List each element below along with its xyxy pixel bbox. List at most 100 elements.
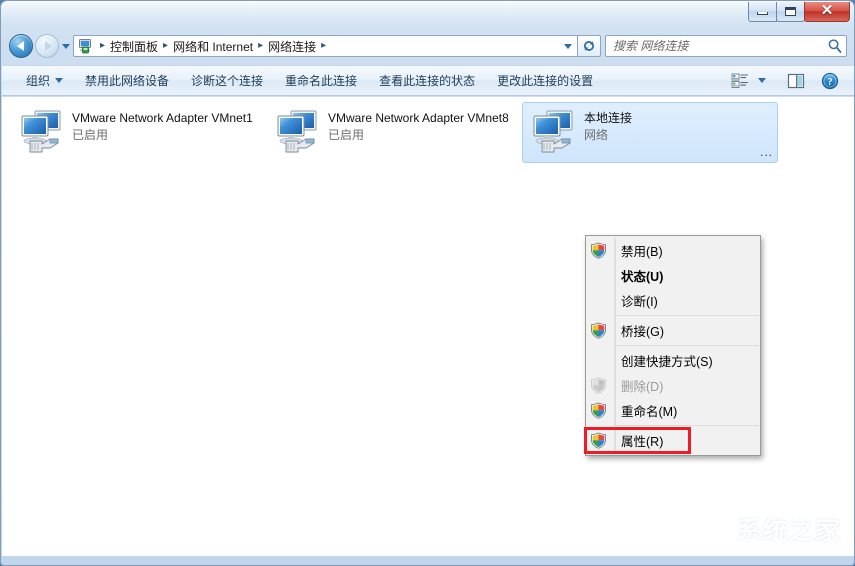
watermark-subtext: SYSTEMZJIA xyxy=(755,541,825,550)
view-options-button[interactable] xyxy=(727,69,753,93)
watermark-text: 系统之家 xyxy=(736,517,841,545)
context-menu-label-delete: 删除(D) xyxy=(621,380,664,394)
context-menu-label-diagnose: 诊断(I) xyxy=(621,295,658,309)
search-icon[interactable] xyxy=(824,38,846,54)
refresh-icon xyxy=(581,38,597,54)
back-button[interactable] xyxy=(9,34,33,58)
toolbar-label-organize: 组织 xyxy=(26,74,51,88)
toolbar-label-disable-device: 禁用此网络设备 xyxy=(85,74,170,88)
address-dropdown-button[interactable] xyxy=(558,36,577,56)
toolbar-button-change-settings[interactable]: 更改此连接的设置 xyxy=(487,67,603,94)
toolbar-button-disable-device[interactable]: 禁用此网络设备 xyxy=(75,67,179,94)
list-item-text: 本地连接 网络 xyxy=(578,108,632,162)
chevron-down-icon xyxy=(758,78,766,83)
toolbar-label-view-status: 查看此连接的状态 xyxy=(379,74,476,88)
connections-list-pane[interactable]: VMware Network Adapter VMnet1 已启用 VMware… xyxy=(2,97,854,556)
network-adapter-icon xyxy=(529,108,578,156)
list-item-text: VMware Network Adapter VMnet1 已启用 xyxy=(66,108,253,162)
arrow-right-icon xyxy=(44,41,52,51)
maximize-button[interactable] xyxy=(776,2,805,22)
connection-status: 网络 xyxy=(584,128,609,142)
connection-name: VMware Network Adapter VMnet1 xyxy=(72,111,253,125)
close-button[interactable]: ✕ xyxy=(804,2,850,22)
connection-name: 本地连接 xyxy=(584,111,633,125)
minimize-button[interactable] xyxy=(748,2,777,22)
preview-pane-button[interactable] xyxy=(783,69,809,93)
help-button[interactable] xyxy=(817,69,843,93)
toolbar-label-rename: 重命名此连接 xyxy=(285,74,358,88)
overflow-ellipsis: ... xyxy=(759,145,773,159)
breadcrumb-separator-0[interactable]: ▸ xyxy=(100,41,105,51)
toolbar-button-diagnose[interactable]: 诊断这个连接 xyxy=(181,67,273,94)
network-adapter-icon xyxy=(17,108,66,156)
explorer-window: ✕ ▸ 控制面板 ▸ 网络和 Internet ▸ 网络连接 ▸ 搜索 网络连接… xyxy=(0,0,855,566)
context-menu-label-disable: 禁用(B) xyxy=(621,245,663,259)
context-menu-item-delete: 删除(D) xyxy=(586,373,760,398)
address-bar: ▸ 控制面板 ▸ 网络和 Internet ▸ 网络连接 ▸ xyxy=(1,31,854,61)
connection-status: 已启用 xyxy=(328,128,365,142)
history-dropdown-button[interactable] xyxy=(59,34,72,58)
refresh-button[interactable] xyxy=(578,35,601,57)
chevron-down-icon xyxy=(61,43,70,49)
context-menu-separator xyxy=(616,345,759,346)
arrow-left-icon xyxy=(16,41,24,51)
view-options-icon xyxy=(731,73,749,89)
forward-button[interactable] xyxy=(35,34,59,58)
breadcrumb: ▸ 控制面板 ▸ 网络和 Internet ▸ 网络连接 ▸ xyxy=(74,38,558,55)
connections-list: VMware Network Adapter VMnet1 已启用 VMware… xyxy=(2,97,778,163)
shield-icon xyxy=(590,377,607,394)
list-item-text: VMware Network Adapter VMnet8 已启用 xyxy=(322,108,509,162)
context-menu-label-properties: 属性(R) xyxy=(621,435,664,449)
context-menu-item-status[interactable]: 状态(U) xyxy=(586,263,760,288)
context-menu-item-create-shortcut[interactable]: 创建快捷方式(S) xyxy=(586,348,760,373)
list-item[interactable]: VMware Network Adapter VMnet1 已启用 xyxy=(10,102,266,163)
list-item[interactable]: 本地连接 网络 ... xyxy=(522,102,778,163)
toolbar-label-diagnose: 诊断这个连接 xyxy=(191,74,264,88)
search-box[interactable] xyxy=(605,35,847,57)
breadcrumb-separator-2[interactable]: ▸ xyxy=(258,41,263,51)
breadcrumb-item-1[interactable]: 网络和 Internet xyxy=(173,38,253,55)
title-bar: ✕ xyxy=(1,1,854,28)
view-options-dropdown[interactable] xyxy=(753,69,771,93)
context-menu-separator xyxy=(616,315,759,316)
context-menu: 禁用(B) 状态(U) 诊断(I) 桥接(G) 创建快捷方式(S) 删除(D) … xyxy=(584,235,761,456)
context-menu-item-rename[interactable]: 重命名(M) xyxy=(586,398,760,423)
toolbar-button-rename[interactable]: 重命名此连接 xyxy=(275,67,367,94)
search-input[interactable] xyxy=(606,39,824,53)
shield-icon xyxy=(590,242,607,259)
shield-icon xyxy=(590,322,607,339)
context-menu-item-bridge[interactable]: 桥接(G) xyxy=(586,318,760,343)
help-icon xyxy=(821,72,839,90)
house-icon xyxy=(679,506,735,550)
context-menu-item-properties[interactable]: 属性(R) xyxy=(584,427,760,454)
toolbar-button-view-status[interactable]: 查看此连接的状态 xyxy=(369,67,485,94)
chevron-down-icon xyxy=(55,78,64,83)
context-menu-item-disable[interactable]: 禁用(B) xyxy=(586,238,760,263)
preview-pane-icon xyxy=(787,73,805,89)
shield-icon xyxy=(590,432,607,449)
list-item[interactable]: VMware Network Adapter VMnet8 已启用 xyxy=(266,102,522,163)
network-adapter-icon xyxy=(273,108,322,156)
command-toolbar: 组织 禁用此网络设备 诊断这个连接 重命名此连接 查看此连接的状态 更改此连接的… xyxy=(2,65,854,96)
chevron-down-icon xyxy=(563,43,572,49)
toolbar-label-change-settings: 更改此连接的设置 xyxy=(497,74,594,88)
connection-status: 已启用 xyxy=(72,128,109,142)
toolbar-button-organize[interactable]: 组织 xyxy=(16,67,73,94)
shield-icon xyxy=(590,402,607,419)
window-controls: ✕ xyxy=(748,2,850,22)
context-menu-separator xyxy=(616,425,759,426)
connection-name: VMware Network Adapter VMnet8 xyxy=(328,111,509,125)
context-menu-label-create-shortcut: 创建快捷方式(S) xyxy=(621,355,713,369)
context-menu-label-bridge: 桥接(G) xyxy=(621,325,665,339)
context-menu-label-status: 状态(U) xyxy=(621,270,664,284)
watermark: 系统之家 SYSTEMZJIA xyxy=(679,506,841,550)
breadcrumb-item-0[interactable]: 控制面板 xyxy=(110,38,158,55)
control-panel-icon xyxy=(77,38,93,54)
breadcrumb-separator-1[interactable]: ▸ xyxy=(163,41,168,51)
context-menu-item-diagnose[interactable]: 诊断(I) xyxy=(586,288,760,313)
breadcrumb-bar[interactable]: ▸ 控制面板 ▸ 网络和 Internet ▸ 网络连接 ▸ xyxy=(73,35,578,57)
context-menu-label-rename: 重命名(M) xyxy=(621,405,678,419)
close-icon: ✕ xyxy=(820,3,834,19)
breadcrumb-item-2[interactable]: 网络连接 xyxy=(268,38,316,55)
breadcrumb-separator-3[interactable]: ▸ xyxy=(321,41,326,51)
